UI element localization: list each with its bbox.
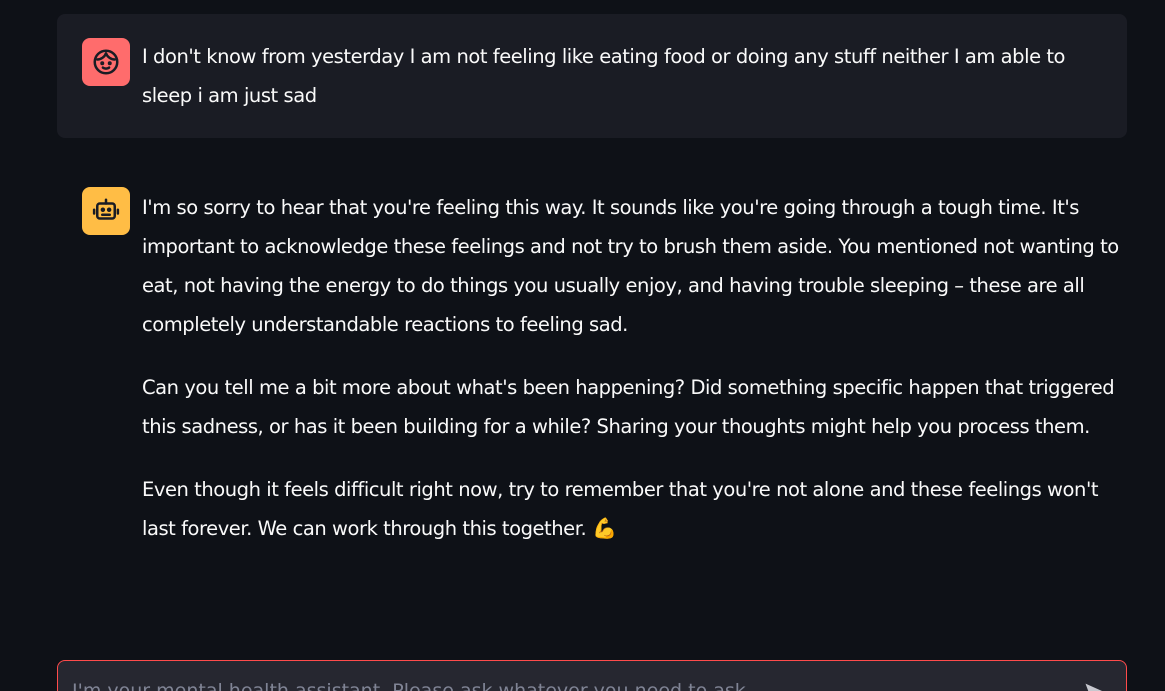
user-avatar — [82, 38, 130, 86]
chat-app: I don't know from yesterday I am not fee… — [0, 0, 1165, 691]
send-icon — [1085, 683, 1102, 691]
send-button[interactable] — [1080, 677, 1112, 691]
user-message: I don't know from yesterday I am not fee… — [57, 14, 1127, 138]
user-message-text: I don't know from yesterday I am not fee… — [142, 45, 1066, 107]
assistant-paragraph: Can you tell me a bit more about what's … — [142, 376, 1115, 438]
robot-icon — [92, 198, 120, 220]
assistant-paragraph: I'm so sorry to hear that you're feeling… — [142, 196, 1119, 336]
chat-input-container — [57, 660, 1127, 691]
assistant-message-text: I'm so sorry to hear that you're feeling… — [142, 188, 1119, 548]
assistant-message: I'm so sorry to hear that you're feeling… — [57, 168, 1127, 598]
flexed-biceps-emoji: 💪 — [592, 516, 617, 540]
assistant-paragraph-text: Even though it feels difficult right now… — [142, 478, 1099, 540]
face-icon — [93, 49, 119, 75]
assistant-avatar — [82, 187, 130, 235]
assistant-paragraph: Even though it feels difficult right now… — [142, 470, 1119, 548]
chat-input[interactable] — [70, 675, 1034, 691]
